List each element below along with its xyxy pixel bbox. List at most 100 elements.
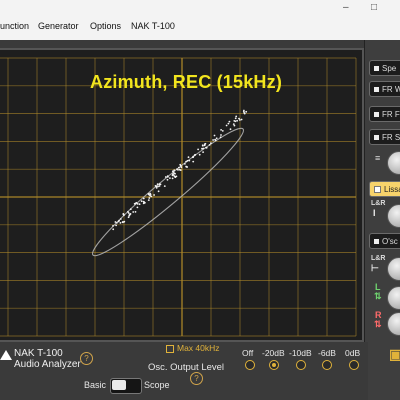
level-minus6-label: -6dB (318, 348, 336, 358)
lissajous-button[interactable]: Lissa (369, 181, 400, 197)
trace-point (212, 139, 215, 141)
minimize-button[interactable]: – (343, 2, 349, 13)
trace-point (214, 139, 217, 142)
trace-point (233, 124, 236, 127)
timebase-knob[interactable] (387, 257, 400, 281)
trace-point (221, 130, 224, 132)
maximize-button[interactable]: □ (371, 2, 377, 13)
trace-point (210, 142, 212, 145)
trace-point (220, 129, 223, 131)
level-0-label: 0dB (345, 348, 361, 358)
level-off-radio[interactable] (245, 360, 255, 370)
basic-scope-toggle[interactable] (110, 378, 142, 394)
menu-function[interactable]: unction (0, 21, 29, 31)
trace-point (149, 194, 152, 197)
trace-point (179, 163, 182, 166)
trace-point (198, 153, 201, 156)
level-minus10-label: -10dB (289, 348, 312, 358)
trace-point (225, 124, 228, 127)
trace-point (178, 166, 180, 169)
trace-point (119, 218, 122, 220)
max-40khz-checkbox[interactable]: Max 40kHz (166, 343, 220, 353)
menu-generator[interactable]: Generator (38, 21, 79, 31)
lissajous-knob[interactable] (387, 204, 400, 228)
trace-point (203, 144, 206, 147)
trace-point (243, 112, 246, 115)
trace-point (115, 224, 117, 227)
left-channel-arrows-icon: ⇅ (374, 291, 382, 301)
trace-point (202, 151, 205, 153)
trace-point (142, 200, 145, 203)
scope-screen: Azimuth, REC (15kHz) (0, 48, 364, 342)
trace-point (129, 208, 132, 211)
gain-knob[interactable] (387, 151, 400, 175)
trace-point (171, 177, 174, 180)
trace-point (219, 136, 222, 139)
trace-point (136, 206, 139, 209)
trace-point (193, 154, 196, 157)
trace-point (171, 170, 174, 173)
trace-point (138, 203, 141, 206)
square-icon (374, 66, 379, 72)
square-icon (374, 87, 379, 93)
trace-point (188, 159, 191, 162)
trace-point (184, 163, 186, 165)
menu-options[interactable]: Options (90, 21, 121, 31)
level-minus10-radio[interactable] (296, 360, 306, 370)
trace-point (133, 202, 136, 205)
trace-point (215, 137, 218, 140)
trace-point (220, 134, 222, 136)
trace-point (119, 222, 122, 224)
fr-w-button[interactable]: FR W (369, 81, 400, 97)
trace-point (118, 219, 120, 222)
level-minus20-radio[interactable] (269, 360, 279, 370)
horizontal-scale-icon: ⊢ (371, 263, 379, 273)
fr-s-button[interactable]: FR S (369, 129, 400, 145)
help-icon-2[interactable]: ? (190, 372, 203, 385)
right-channel-knob[interactable] (387, 312, 400, 336)
trace-point (147, 199, 150, 202)
level-0-radio[interactable] (349, 360, 359, 370)
trace-point (123, 214, 125, 217)
trace-point (228, 120, 231, 123)
trace-point (185, 160, 188, 163)
trace-point (123, 220, 126, 223)
square-icon (374, 112, 379, 118)
square-icon (374, 186, 381, 194)
product-subtitle: Audio Analyzer (14, 359, 81, 370)
fr-f-button[interactable]: FR F (369, 106, 400, 122)
trace-point (116, 221, 118, 224)
trace-point (112, 225, 114, 227)
left-channel-knob[interactable] (387, 286, 400, 310)
osc-output-level-label: Osc. Output Level (148, 362, 225, 373)
trace-point (136, 203, 139, 205)
menu-nak-t100[interactable]: NAK T-100 (131, 21, 175, 31)
signal-trace (112, 109, 248, 231)
spectrum-button[interactable]: Spe (369, 60, 400, 76)
trace-point (153, 194, 156, 196)
trace-point (158, 183, 161, 186)
trace-point (129, 213, 132, 216)
trace-point (240, 118, 243, 121)
level-minus6-radio[interactable] (322, 360, 332, 370)
oscilloscope-button[interactable]: O'sc (369, 233, 400, 249)
lr-label: L&R (371, 200, 386, 207)
level-bars-icon: ≡ (375, 153, 381, 163)
square-icon (374, 135, 379, 141)
trace-point (167, 176, 169, 178)
trace-point (192, 160, 195, 163)
trace-point (234, 117, 237, 120)
trace-point (166, 178, 169, 181)
trace-point (155, 185, 158, 188)
right-channel-arrows-icon: ⇅ (374, 319, 382, 329)
vertical-scale-icon: I (373, 208, 376, 218)
trace-point (157, 190, 160, 193)
trace-point (234, 120, 237, 123)
trace-point (156, 183, 159, 186)
trace-point (187, 156, 190, 159)
trace-point (164, 176, 167, 178)
trace-point (180, 166, 183, 169)
camera-icon[interactable]: ▣ (389, 346, 400, 363)
help-icon[interactable]: ? (80, 352, 93, 365)
right-control-panel: Spe FR W FR F FR S ≡ Lissa L&R I O'sc L&… (364, 40, 400, 400)
